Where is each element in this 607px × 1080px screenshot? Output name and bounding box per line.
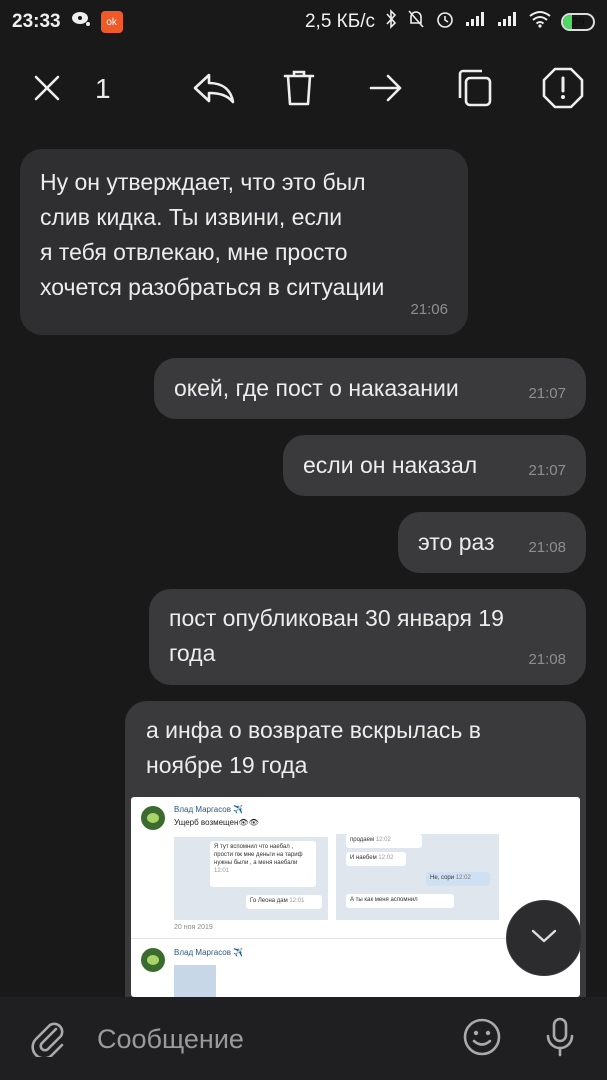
network-speed: 2,5 КБ/с (304, 11, 375, 32)
signal-icon-1 (465, 11, 487, 33)
emoji-icon (462, 1017, 502, 1062)
message-input[interactable]: Сообщение (97, 1024, 244, 1055)
chat-message: Го Леона дам 12:01 (246, 895, 322, 909)
close-icon (32, 73, 62, 108)
forward-icon (368, 73, 404, 108)
avatar (141, 806, 165, 830)
post-text: Ущерб возмещен👁👁 (174, 818, 259, 827)
voice-message-button[interactable] (538, 1017, 582, 1061)
app-notification-icon: ok (100, 11, 123, 33)
message-bubble-outgoing[interactable]: пост опубликован 30 января 19 года 21:08 (149, 589, 586, 685)
chat-message: А ты как меня аспомнил (346, 894, 454, 908)
chat-screenshot-left: Я тут вспомнил что наебал , прости пж мн… (174, 837, 328, 920)
attach-button[interactable] (26, 1017, 70, 1061)
scroll-down-button[interactable] (506, 900, 582, 976)
message-text: а инфа о возврате вскрылась в ноябре 19 … (146, 717, 481, 778)
post-author: Влад Маргасов ✈️ (174, 805, 244, 814)
wifi-icon (529, 10, 551, 34)
post-author: Влад Маргасов ✈️ (174, 948, 244, 957)
close-button[interactable] (24, 67, 70, 113)
message-text: если он наказал (303, 452, 478, 478)
forward-button[interactable] (363, 67, 409, 113)
chat-message: Я тут вспомнил что наебал , прости пж мн… (210, 841, 316, 887)
message-bubble-outgoing[interactable]: это раз 21:08 (398, 512, 586, 573)
battery-indicator: 29 (561, 13, 595, 31)
attached-image[interactable]: Влад Маргасов ✈️ Ущерб возмещен👁👁 Я тут … (131, 797, 580, 997)
message-text: Ну он утверждает, что это был слив кидка… (40, 169, 385, 300)
attach-icon (28, 1017, 68, 1062)
reply-button[interactable] (190, 67, 236, 113)
message-time: 21:08 (528, 651, 566, 668)
trash-icon (282, 69, 316, 112)
post-date: 20 ноя 2019 (174, 924, 213, 931)
copy-button[interactable] (452, 67, 498, 113)
message-time: 21:08 (528, 539, 566, 556)
message-time: 21:07 (528, 385, 566, 402)
report-button[interactable] (540, 67, 586, 113)
avatar (141, 948, 165, 972)
bluetooth-icon (385, 9, 397, 35)
battery-percent: 29 (571, 15, 585, 29)
delete-button[interactable] (276, 67, 322, 113)
selection-toolbar: 1 (0, 55, 607, 125)
status-time: 23:33 (12, 11, 61, 32)
mute-bell-icon (407, 9, 425, 35)
emoji-button[interactable] (460, 1017, 504, 1061)
post-thumbnail (174, 965, 216, 997)
chevron-down-icon (529, 926, 559, 951)
alarm-icon (435, 9, 455, 35)
message-composer: Сообщение (0, 997, 607, 1080)
chat-bubble-notification-icon (71, 10, 91, 34)
message-text: это раз (418, 529, 495, 555)
reply-icon (191, 71, 235, 110)
chat-message: Не, сори 12:02 (426, 872, 490, 886)
copy-icon (456, 68, 494, 113)
chat-message: И наебем 12:02 (346, 852, 406, 866)
mic-icon (543, 1016, 577, 1063)
message-bubble-outgoing[interactable]: окей, где пост о наказании 21:07 (154, 358, 586, 419)
chat-message: продаем 12:02 (346, 834, 422, 848)
report-icon (542, 67, 584, 114)
message-bubble-outgoing[interactable]: если он наказал 21:07 (283, 435, 586, 496)
signal-icon-2 (497, 11, 519, 33)
message-bubble-incoming[interactable]: Ну он утверждает, что это был слив кидка… (20, 149, 468, 335)
message-time: 21:06 (410, 301, 448, 318)
status-bar: 23:33 ok 2,5 КБ/с 29 (0, 0, 607, 44)
chat-screenshot-right: продаем 12:02 И наебем 12:02 Не, сори 12… (336, 834, 499, 920)
message-text: пост опубликован 30 января 19 года (169, 605, 504, 666)
message-time: 21:07 (528, 462, 566, 479)
selected-count: 1 (95, 73, 111, 104)
message-text: окей, где пост о наказании (174, 375, 459, 401)
